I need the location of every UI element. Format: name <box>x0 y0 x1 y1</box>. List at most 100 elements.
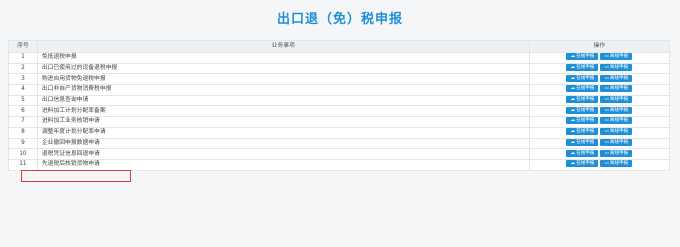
cloud-upload-icon: ☁ <box>570 107 576 113</box>
row-item-label: 购进自用货物免退税申报 <box>41 75 106 82</box>
cloud-upload-icon: ☁ <box>570 139 576 145</box>
row-ops: ☁在线申报 ▭离线申报 <box>528 94 671 107</box>
cloud-upload-icon: ☁ <box>570 75 576 81</box>
row-ops: ☁在线申报 ▭离线申报 <box>528 126 671 139</box>
header-item: 业务事项 <box>36 40 530 53</box>
row-ops: ☁在线申报 ▭离线申报 <box>528 105 671 118</box>
online-declare-label: 在线申报 <box>576 107 595 113</box>
row-ops: ☁在线申报 ▭离线申报 <box>528 62 671 75</box>
online-declare-label: 在线申报 <box>576 150 595 156</box>
online-declare-label: 在线申报 <box>576 75 595 81</box>
header-index: 序号 <box>8 40 38 53</box>
table-header-row: 序号 业务事项 操作 <box>8 40 671 53</box>
online-declare-label: 在线申报 <box>576 54 595 60</box>
offline-declare-label: 离线申报 <box>609 129 629 135</box>
monitor-icon: ▭ <box>604 86 609 92</box>
online-declare-label: 在线申报 <box>576 118 595 124</box>
offline-declare-button[interactable]: ▭离线申报 <box>600 160 633 168</box>
header-ops: 操作 <box>528 40 671 53</box>
row-item: 购进自用货物免退税申报 <box>36 73 530 86</box>
monitor-icon: ▭ <box>604 150 609 156</box>
row-index: 7 <box>8 116 38 128</box>
row-index: 1 <box>8 52 38 64</box>
offline-declare-button[interactable]: ▭离线申报 <box>600 149 633 157</box>
table-row: 10 退税凭证信息回退申请 ☁在线申报 ▭离线申报 <box>8 148 671 160</box>
online-declare-button[interactable]: ☁在线申报 <box>566 53 599 61</box>
row-index: 4 <box>8 84 38 96</box>
row-item: 企业撤回申报数据申请 <box>36 137 530 150</box>
offline-declare-button[interactable]: ▭离线申报 <box>600 96 633 104</box>
online-declare-button[interactable]: ☁在线申报 <box>566 128 599 136</box>
offline-declare-button[interactable]: ▭离线申报 <box>600 138 633 146</box>
cloud-upload-icon: ☁ <box>570 97 576 103</box>
monitor-icon: ▭ <box>604 139 609 145</box>
online-declare-button[interactable]: ☁在线申报 <box>566 149 599 157</box>
offline-declare-label: 离线申报 <box>609 65 629 71</box>
online-declare-button[interactable]: ☁在线申报 <box>566 96 599 104</box>
table-row: 5 出口信息查询申请 ☁在线申报 ▭离线申报 <box>8 94 671 107</box>
cloud-upload-icon: ☁ <box>570 150 576 156</box>
row-item-label: 企业撤回申报数据申请 <box>41 139 100 146</box>
row-item: 先退税后核销货物申请 <box>36 158 530 171</box>
offline-declare-button[interactable]: ▭离线申报 <box>600 106 633 114</box>
table-row: 8 调整年度计划分配率申请 ☁在线申报 ▭离线申报 <box>8 126 671 139</box>
monitor-icon: ▭ <box>604 118 609 124</box>
offline-declare-label: 离线申报 <box>609 54 629 60</box>
row-item: 调整年度计划分配率申请 <box>36 126 530 139</box>
offline-declare-button[interactable]: ▭离线申报 <box>600 85 633 93</box>
row-item-label: 出口非自产货物消费税申报 <box>41 86 112 93</box>
row-ops: ☁在线申报 ▭离线申报 <box>528 84 671 96</box>
cloud-upload-icon: ☁ <box>570 161 576 167</box>
row-item-label: 退税凭证信息回退申请 <box>41 150 100 157</box>
offline-declare-button[interactable]: ▭离线申报 <box>600 53 633 61</box>
online-declare-button[interactable]: ☁在线申报 <box>566 160 599 168</box>
offline-declare-label: 离线申报 <box>609 139 629 145</box>
row-item: 退税凭证信息回退申请 <box>36 148 530 160</box>
offline-declare-button[interactable]: ▭离线申报 <box>600 74 633 82</box>
online-declare-button[interactable]: ☁在线申报 <box>566 74 599 82</box>
row-item-label: 出口已使用过的设备退税申报 <box>41 65 118 72</box>
offline-declare-button[interactable]: ▭离线申报 <box>600 117 633 125</box>
table-row: 11 先退税后核销货物申请 ☁在线申报 ▭离线申报 <box>8 158 671 171</box>
table-row: 6 进料加工计划分配率备案 ☁在线申报 ▭离线申报 <box>8 105 671 118</box>
page-title: 出口退（免）税申报 <box>276 12 403 27</box>
offline-declare-label: 离线申报 <box>609 75 629 81</box>
online-declare-button[interactable]: ☁在线申报 <box>566 138 599 146</box>
row-item: 免抵退税申报 <box>36 52 530 64</box>
monitor-icon: ▭ <box>604 129 609 135</box>
monitor-icon: ▭ <box>604 97 609 103</box>
online-declare-button[interactable]: ☁在线申报 <box>566 117 599 125</box>
row-index: 10 <box>8 148 38 160</box>
online-declare-label: 在线申报 <box>576 86 595 92</box>
row-index: 3 <box>8 73 38 86</box>
monitor-icon: ▭ <box>604 107 609 113</box>
offline-declare-button[interactable]: ▭离线申报 <box>600 128 633 136</box>
row-item-label: 先退税后核销货物申请 <box>41 161 100 168</box>
offline-declare-label: 离线申报 <box>609 97 629 103</box>
row-ops: ☁在线申报 ▭离线申报 <box>528 148 671 160</box>
row-item: 出口已使用过的设备退税申报 <box>36 62 530 75</box>
offline-declare-label: 离线申报 <box>609 118 629 124</box>
table-row: 2 出口已使用过的设备退税申报 ☁在线申报 ▭离线申报 <box>8 62 671 75</box>
row-item-label: 进料加工计划分配率备案 <box>41 107 106 114</box>
online-declare-button[interactable]: ☁在线申报 <box>566 64 599 72</box>
offline-declare-button[interactable]: ▭离线申报 <box>600 64 633 72</box>
row-ops: ☁在线申报 ▭离线申报 <box>528 137 671 150</box>
online-declare-button[interactable]: ☁在线申报 <box>566 106 599 114</box>
online-declare-label: 在线申报 <box>576 161 595 167</box>
cloud-upload-icon: ☁ <box>570 129 576 135</box>
offline-declare-label: 离线申报 <box>609 86 629 92</box>
monitor-icon: ▭ <box>604 65 609 71</box>
row-ops: ☁在线申报 ▭离线申报 <box>528 73 671 86</box>
table-row: 4 出口非自产货物消费税申报 ☁在线申报 ▭离线申报 <box>8 84 671 96</box>
row-ops: ☁在线申报 ▭离线申报 <box>528 116 671 128</box>
row-item-label: 免抵退税申报 <box>41 54 77 61</box>
row-index: 2 <box>8 62 38 75</box>
table-row: 1 免抵退税申报 ☁在线申报 ▭离线申报 <box>8 52 671 64</box>
highlight-box <box>21 170 131 182</box>
table-row: 3 购进自用货物免退税申报 ☁在线申报 ▭离线申报 <box>8 73 671 86</box>
online-declare-button[interactable]: ☁在线申报 <box>566 85 599 93</box>
cloud-upload-icon: ☁ <box>570 65 576 71</box>
row-index: 9 <box>8 137 38 150</box>
cloud-upload-icon: ☁ <box>570 86 576 92</box>
